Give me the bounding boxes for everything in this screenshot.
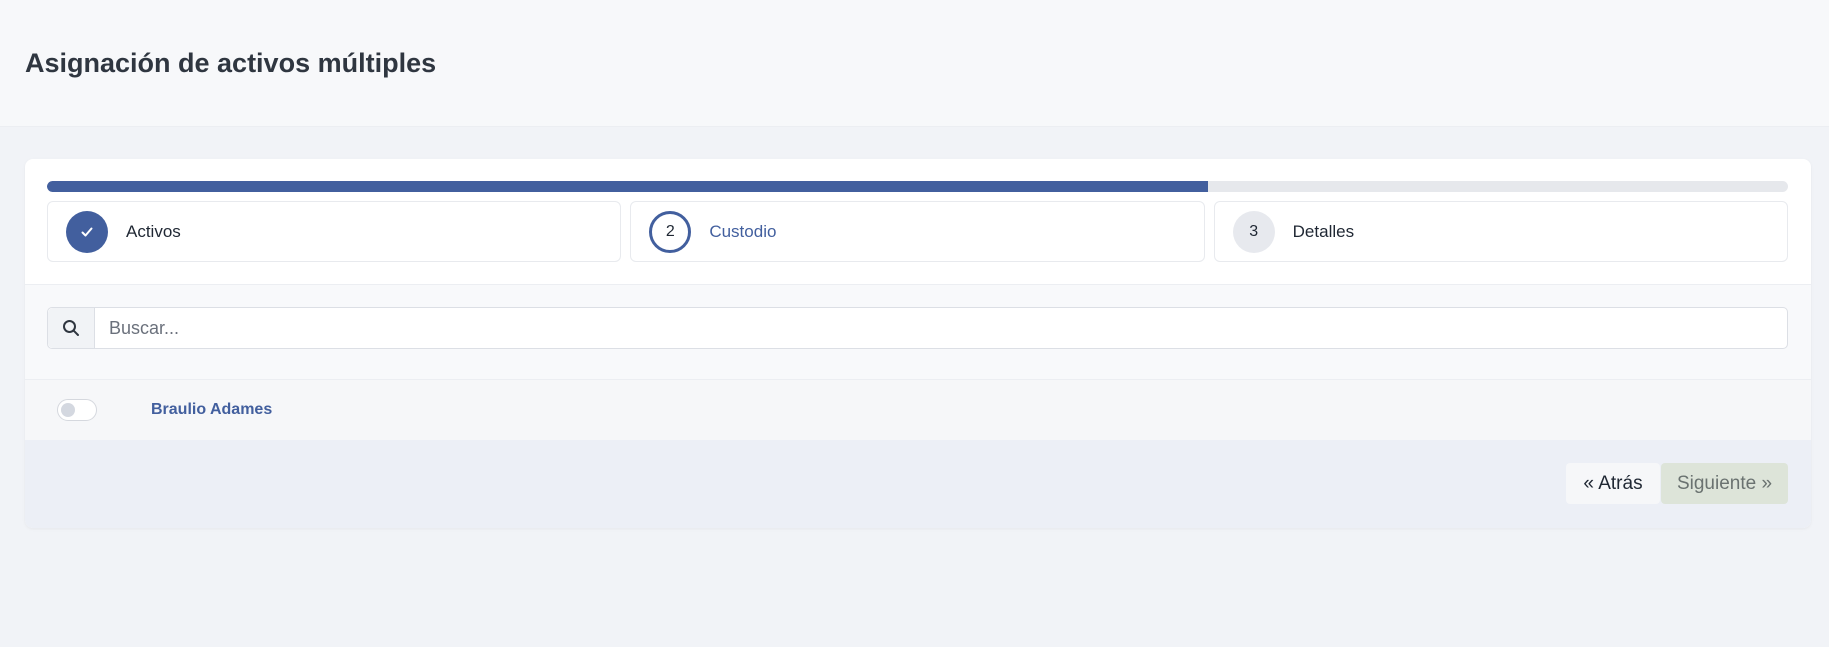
next-button[interactable]: Siguiente »: [1661, 463, 1788, 504]
step-1-label: Activos: [126, 221, 181, 241]
search-box: [47, 307, 1788, 349]
search-icon: [63, 320, 79, 336]
check-icon: [81, 227, 93, 236]
wizard-steps: Activos 2 Custodio 3 Detalles: [47, 201, 1788, 262]
step-activos[interactable]: Activos: [47, 201, 622, 262]
search-input[interactable]: [95, 308, 1787, 348]
step-3-indicator: 3: [1232, 210, 1275, 253]
step-3-label: Detalles: [1292, 221, 1355, 241]
wizard-card: Activos 2 Custodio 3 Detalles Braulio Ad…: [25, 159, 1811, 528]
progress-bar-fill: [47, 181, 1208, 192]
wizard-footer: « Atrás Siguiente »: [25, 440, 1811, 528]
search-section: [25, 285, 1811, 379]
step-2-indicator: 2: [649, 210, 692, 253]
back-button[interactable]: « Atrás: [1566, 463, 1660, 504]
list-item[interactable]: Braulio Adames: [25, 379, 1811, 440]
step-1-indicator: [66, 210, 108, 253]
page-header: Asignación de activos múltiples: [0, 0, 1829, 127]
step-2-label: Custodio: [709, 221, 777, 241]
page-title: Asignación de activos múltiples: [25, 47, 437, 78]
custodian-name[interactable]: Braulio Adames: [151, 401, 272, 419]
custodian-select-toggle[interactable]: [57, 399, 97, 421]
step-detalles[interactable]: 3 Detalles: [1213, 201, 1788, 262]
step-custodio[interactable]: 2 Custodio: [630, 201, 1205, 262]
toggle-knob: [61, 403, 75, 417]
search-addon: [48, 308, 95, 348]
progress-bar: [47, 181, 1788, 192]
